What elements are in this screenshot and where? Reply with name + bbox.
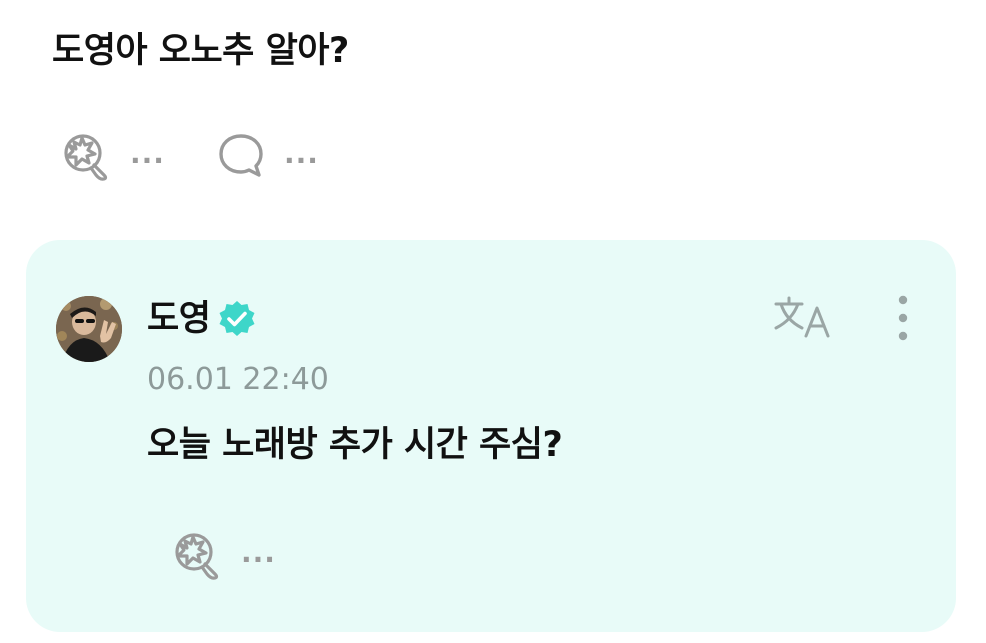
avatar[interactable] [56, 296, 122, 362]
post-detail-screen: 도영아 오노추 알아? ... ... 도영 06.01 22:40 오늘 노래… [0, 0, 986, 643]
post-text: 도영아 오노추 알아? [52, 31, 349, 71]
reply-like-count: ... [241, 536, 276, 569]
post-comment-action[interactable]: ... [216, 131, 319, 185]
author-row: 도영 [147, 296, 258, 342]
more-vertical-icon[interactable] [888, 292, 918, 344]
comment-bubble-icon[interactable] [216, 131, 268, 185]
post-like-count: ... [130, 137, 165, 170]
verified-badge-icon [216, 298, 258, 340]
like-reaction-icon[interactable] [171, 530, 225, 584]
post-comment-count: ... [284, 137, 319, 170]
artist-reply-card: 도영 06.01 22:40 오늘 노래방 추가 시간 주심? ... [26, 240, 956, 632]
reply-timestamp: 06.01 22:40 [147, 362, 329, 397]
post-like-action[interactable]: ... [60, 131, 165, 185]
translate-icon[interactable] [772, 292, 836, 344]
reply-like-action[interactable]: ... [171, 530, 276, 584]
reply-text: 오늘 노래방 추가 시간 주심? [147, 425, 563, 465]
author-name[interactable]: 도영 [147, 296, 211, 342]
like-reaction-icon[interactable] [60, 131, 114, 185]
